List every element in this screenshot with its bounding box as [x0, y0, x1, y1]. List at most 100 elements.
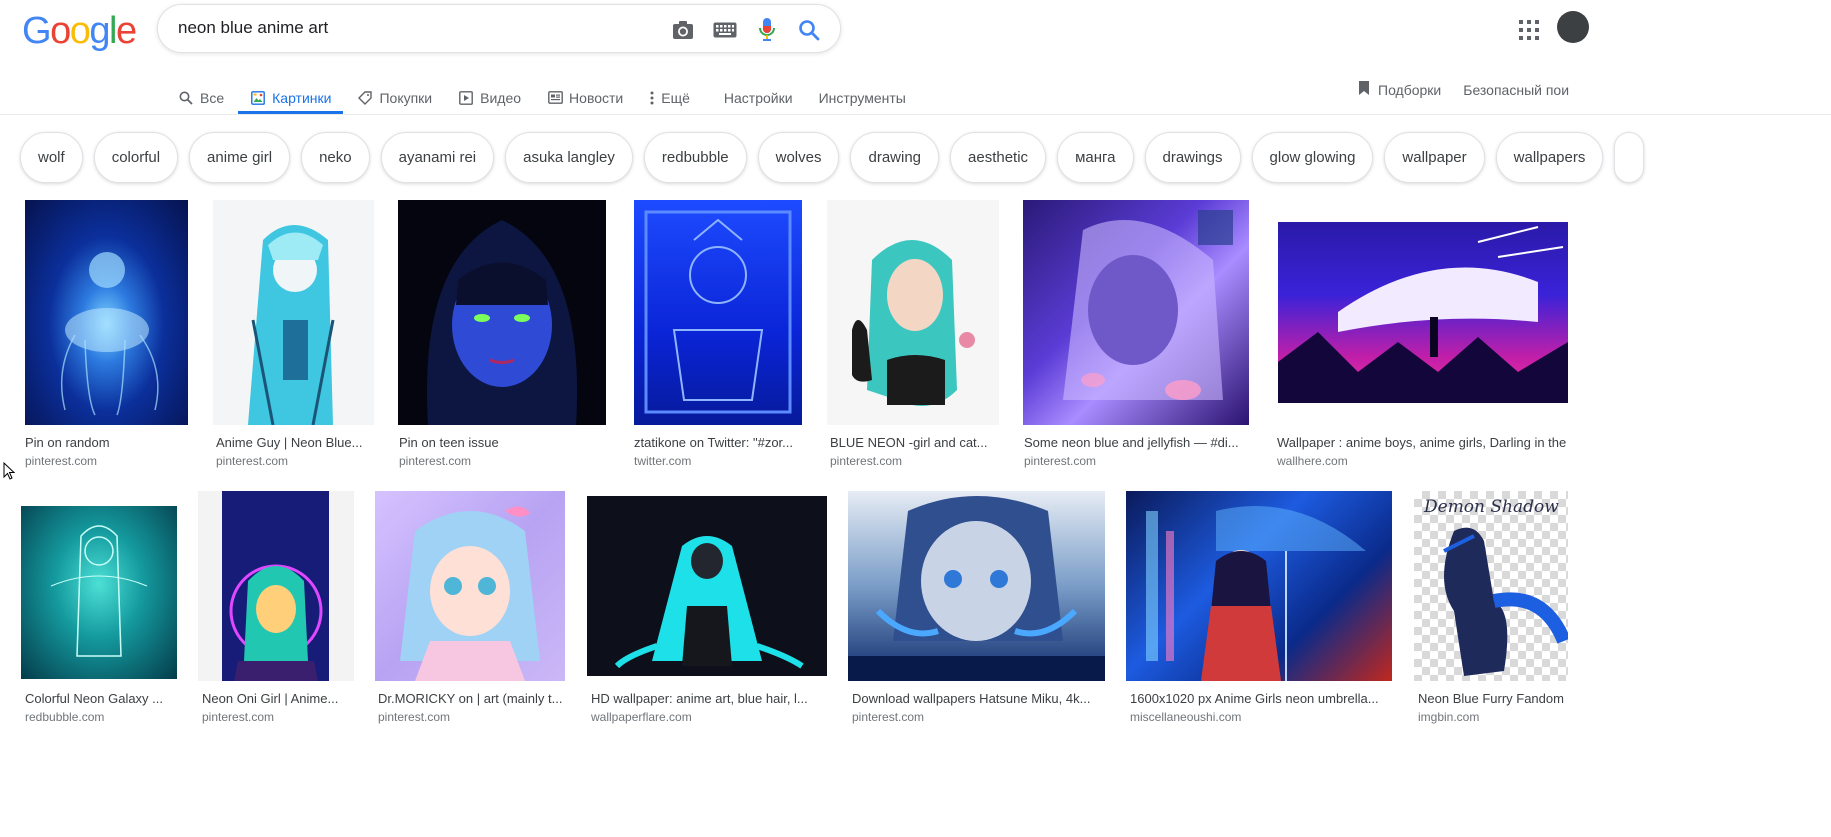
tab-label: Новости	[569, 89, 624, 106]
result-image[interactable]	[21, 506, 177, 679]
result-source[interactable]: pinterest.com	[378, 710, 450, 724]
result-image[interactable]	[1278, 222, 1568, 403]
result-title[interactable]: BLUE NEON -girl and cat...	[830, 435, 999, 450]
result-image[interactable]	[827, 200, 999, 425]
result-title[interactable]: Anime Guy | Neon Blue...	[216, 435, 374, 450]
header-right-links: Подборки Безопасный пои	[1358, 80, 1569, 99]
tab-label: Настройки	[723, 89, 793, 106]
result-image[interactable]	[213, 200, 374, 425]
more-icon	[649, 90, 655, 106]
result-title[interactable]: Dr.MORICKY on | art (mainly t...	[378, 691, 565, 706]
result-source[interactable]: pinterest.com	[25, 454, 97, 468]
result-source[interactable]: imgbin.com	[1418, 710, 1479, 724]
tab-settings[interactable]: Настройки	[724, 72, 793, 114]
result-source[interactable]: pinterest.com	[830, 454, 902, 468]
bookmark-icon	[1358, 80, 1370, 99]
result-image[interactable]	[198, 491, 354, 681]
play-icon	[458, 90, 474, 106]
search-icon[interactable]	[796, 17, 822, 43]
header-divider	[0, 114, 1831, 115]
result-source[interactable]: redbubble.com	[25, 710, 104, 724]
chip-wallpapers[interactable]: wallpapers	[1495, 132, 1604, 183]
mic-icon[interactable]	[754, 17, 780, 43]
result-title[interactable]: Download wallpapers Hatsune Miku, 4k...	[852, 691, 1105, 706]
chip-drawing[interactable]: drawing	[850, 132, 940, 183]
safe-search-link[interactable]: Безопасный пои	[1463, 80, 1569, 99]
tab-label: Инструменты	[818, 89, 906, 106]
search-icon	[178, 90, 194, 106]
result-image[interactable]: Demon Shadow	[1414, 491, 1568, 681]
news-icon	[547, 90, 563, 106]
logo-letter: e	[115, 10, 137, 52]
chip-neko[interactable]: neko	[301, 132, 370, 183]
chip-asuka-langley[interactable]: asuka langley	[505, 132, 633, 183]
collections-label: Подборки	[1378, 81, 1442, 98]
camera-icon[interactable]	[670, 17, 696, 43]
chip-manga[interactable]: манга	[1057, 132, 1134, 183]
chip-wallpaper[interactable]: wallpaper	[1384, 132, 1485, 183]
result-source[interactable]: pinterest.com	[399, 454, 471, 468]
related-chips: wolf colorful anime girl neko ayanami re…	[20, 132, 1645, 183]
result-image[interactable]	[398, 200, 606, 425]
chip-drawings[interactable]: drawings	[1144, 132, 1241, 183]
chip-anime-girl[interactable]: anime girl	[189, 132, 291, 183]
chip-wolf[interactable]: wolf	[20, 132, 83, 183]
result-title[interactable]: Colorful Neon Galaxy ...	[25, 691, 177, 706]
result-image[interactable]	[1023, 200, 1249, 425]
result-image[interactable]	[587, 496, 827, 676]
result-image[interactable]	[375, 491, 565, 681]
result-image[interactable]	[25, 200, 188, 425]
result-image[interactable]	[1126, 491, 1392, 681]
tab-label: Покупки	[379, 89, 433, 106]
chip-redbubble[interactable]: redbubble	[643, 132, 747, 183]
result-source[interactable]: wallpaperflare.com	[591, 710, 692, 724]
chip-ayanami-rei[interactable]: ayanami rei	[380, 132, 495, 183]
result-title[interactable]: Pin on teen issue	[399, 435, 606, 450]
result-title[interactable]: Neon Oni Girl | Anime...	[202, 691, 354, 706]
result-source[interactable]: twitter.com	[634, 454, 691, 468]
tab-images[interactable]: Картинки	[238, 72, 344, 114]
keyboard-icon[interactable]	[712, 17, 738, 43]
tag-icon	[357, 90, 373, 106]
logo-letter: G	[22, 10, 52, 52]
chip-glow-glowing[interactable]: glow glowing	[1251, 132, 1374, 183]
result-title[interactable]: Some neon blue and jellyfish — #di...	[1024, 435, 1249, 450]
tab-video[interactable]: Видео	[458, 72, 521, 114]
search-tabs: Все Картинки Покупки Видео Новости Ещё Н…	[178, 72, 932, 114]
chip-wolves[interactable]: wolves	[757, 132, 840, 183]
result-image[interactable]	[634, 200, 802, 425]
result-source[interactable]: wallhere.com	[1277, 454, 1348, 468]
result-image[interactable]	[848, 491, 1105, 681]
tab-news[interactable]: Новости	[547, 72, 623, 114]
chip-more[interactable]	[1614, 132, 1645, 183]
logo-letter: o	[69, 10, 91, 52]
search-input[interactable]	[178, 18, 648, 38]
result-source[interactable]: pinterest.com	[202, 710, 274, 724]
logo-letter: l	[108, 10, 117, 52]
safe-search-label: Безопасный пои	[1463, 81, 1570, 98]
tab-tools[interactable]: Инструменты	[819, 72, 906, 114]
apps-grid-icon[interactable]	[1519, 20, 1539, 40]
logo-letter: g	[89, 10, 110, 52]
result-source[interactable]: pinterest.com	[216, 454, 288, 468]
result-title[interactable]: Pin on random	[25, 435, 188, 450]
result-source[interactable]: miscellaneoushi.com	[1130, 710, 1241, 724]
result-source[interactable]: pinterest.com	[1024, 454, 1096, 468]
avatar[interactable]	[1557, 11, 1589, 43]
search-box	[157, 4, 841, 53]
result-title[interactable]: ztatikone on Twitter: "#zor...	[634, 435, 802, 450]
collections-link[interactable]: Подборки	[1358, 80, 1441, 99]
result-source[interactable]: pinterest.com	[852, 710, 924, 724]
google-logo[interactable]: Google	[22, 10, 137, 52]
logo-letter: o	[50, 10, 71, 52]
result-title[interactable]: Neon Blue Furry Fandom	[1418, 691, 1568, 706]
tab-all[interactable]: Все	[178, 72, 224, 114]
chip-colorful[interactable]: colorful	[93, 132, 179, 183]
tab-shopping[interactable]: Покупки	[357, 72, 432, 114]
result-title[interactable]: Wallpaper : anime boys, anime girls, Dar…	[1277, 435, 1568, 450]
result-title[interactable]: 1600x1020 px Anime Girls neon umbrella..…	[1130, 691, 1392, 706]
result-title[interactable]: HD wallpaper: anime art, blue hair, l...	[591, 691, 827, 706]
mouse-cursor-icon	[3, 461, 16, 486]
chip-aesthetic[interactable]: aesthetic	[950, 132, 1047, 183]
tab-more[interactable]: Ещё	[649, 72, 690, 114]
